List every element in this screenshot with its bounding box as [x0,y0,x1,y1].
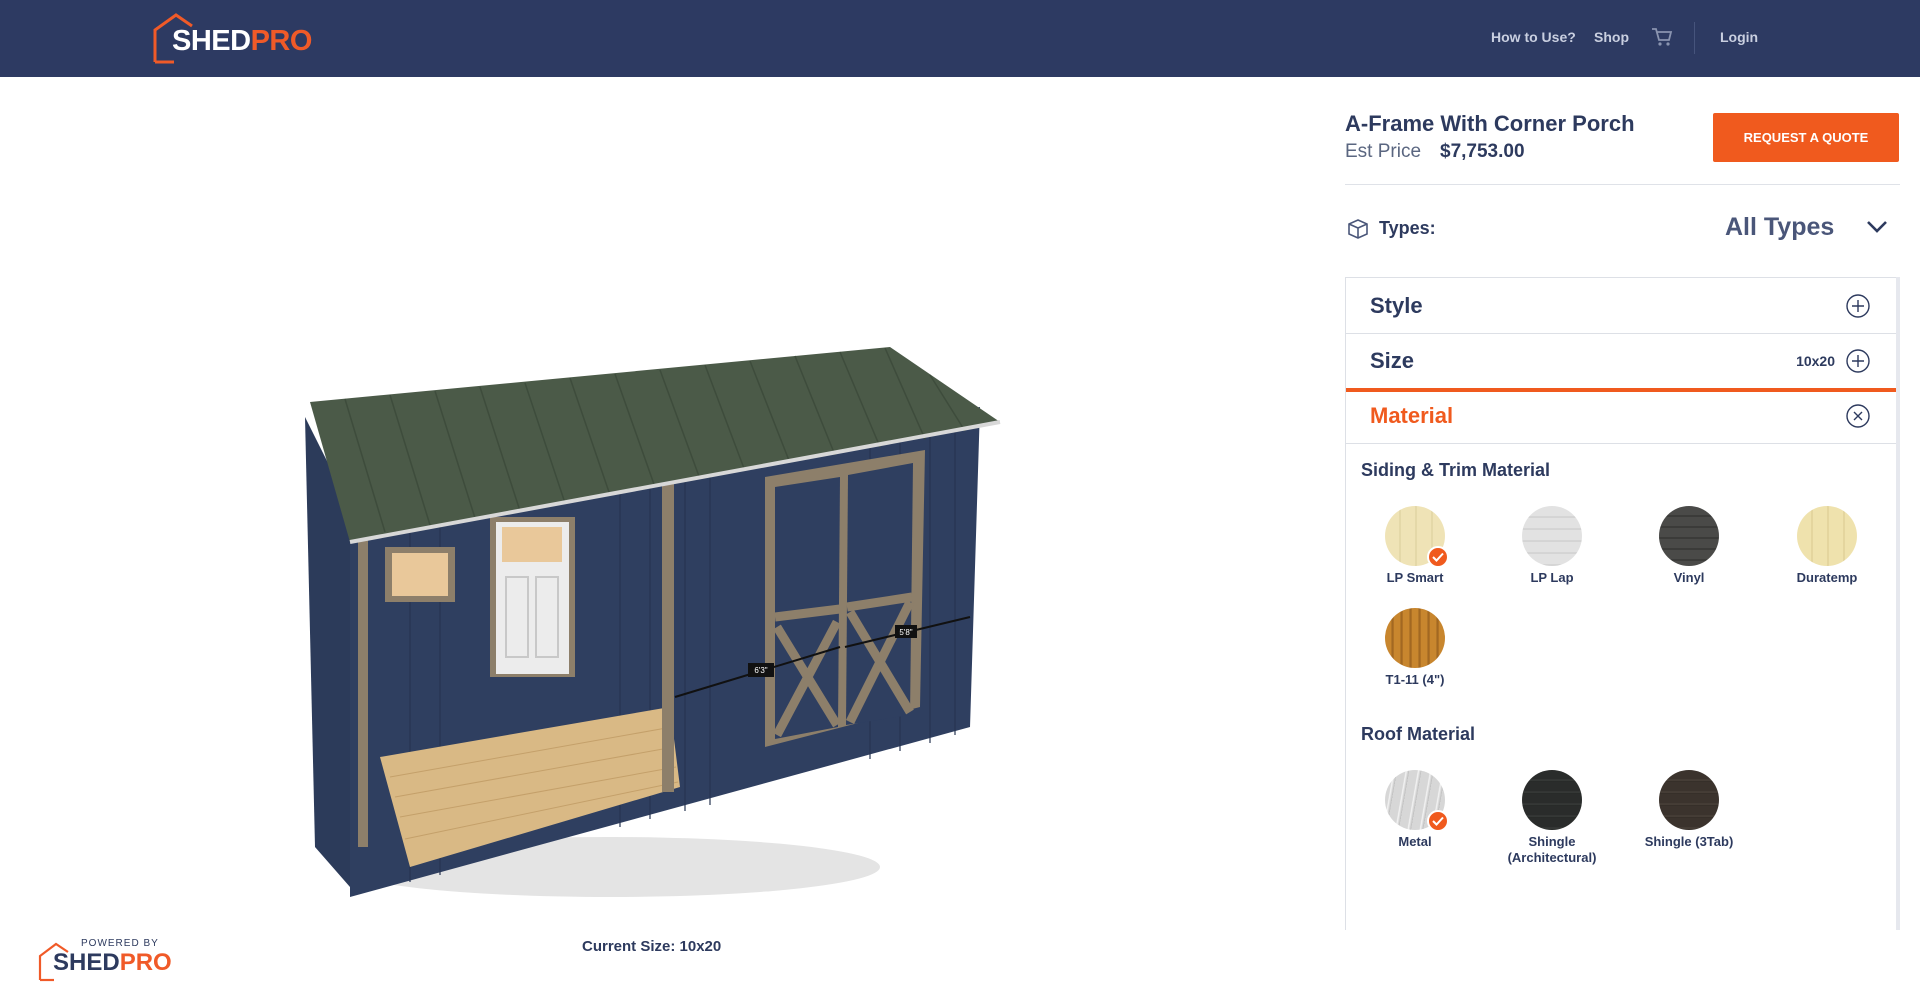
swatch-label: Metal [1398,834,1432,849]
swatch-duratemp[interactable]: Duratemp [1767,506,1887,586]
box-icon [1348,219,1368,239]
swatch-label: LP Smart [1386,570,1444,585]
panel-scrollbar[interactable] [1896,277,1900,930]
powered-by-wordmark: SHEDPRO [53,949,172,976]
swatch-metal[interactable]: Metal [1355,770,1475,850]
top-navigation-bar: SHEDPRO How to Use? Shop Login [0,0,1920,77]
accordion-size-header[interactable]: Size 10x20 [1346,333,1897,388]
accordion-divider [1346,443,1897,444]
door-window [502,527,562,562]
selected-check-icon [1427,810,1449,832]
logo-wordmark: SHEDPRO [172,25,312,57]
shedpro-logo[interactable]: SHEDPRO [152,12,332,64]
swatch-shingle-architectural[interactable]: Shingle (Architectural) [1492,770,1612,865]
swatch-t1-11[interactable]: T1-11 (4") [1355,608,1475,688]
powered-by-shedpro: POWERED BY SHEDPRO [38,938,178,982]
accordion-size-title: Size [1370,348,1415,373]
selected-check-icon [1427,546,1449,568]
configurator-panel: A-Frame With Corner Porch Est Price $7,7… [1345,77,1900,930]
nav-login-link[interactable]: Login [1720,29,1758,45]
cart-icon[interactable] [1651,27,1673,47]
swatch-label-line-2: (Architectural) [1507,850,1597,865]
powered-by-text: POWERED BY [81,938,159,949]
options-accordion: Style Size 10x20 Material Siding & Trim … [1345,277,1898,930]
shingle-architectural-texture [1522,770,1582,830]
swatch-label: LP Lap [1530,570,1574,585]
header-separator [1345,184,1900,185]
shed-3d-viewer[interactable]: 6'3" 5'8" Current Size: 10x20 POWERED BY… [0,77,1320,982]
shed-3d-model[interactable]: 6'3" 5'8" [290,327,1010,927]
accordion-material-header[interactable]: Material [1346,392,1897,447]
accordion-material-title: Material [1370,403,1454,428]
model-title: A-Frame With Corner Porch [1345,111,1635,136]
swatch-label: Vinyl [1673,570,1705,585]
shed-window [392,553,448,596]
swatch-vinyl[interactable]: Vinyl [1629,506,1749,586]
accordion-size-value: 10x20 [1796,353,1835,369]
swatch-label-line-1: Shingle [1528,834,1576,849]
est-price-value: $7,753.00 [1440,141,1525,162]
swatch-label: Shingle (Architectural) [1492,834,1612,866]
porch-post [662,472,674,792]
expand-plus-icon[interactable] [1845,293,1871,319]
lp-lap-texture [1522,506,1582,566]
collapse-close-icon[interactable] [1845,403,1871,429]
porch-corner-post [358,507,368,847]
vinyl-texture [1659,506,1719,566]
accordion-style-title: Style [1370,293,1423,318]
duratemp-texture [1797,506,1857,566]
nav-how-to-use-link[interactable]: How to Use? [1491,29,1576,45]
swatch-label: Shingle (3Tab) [1644,834,1734,849]
siding-trim-title: Siding & Trim Material [1361,460,1551,480]
swatch-label: Duratemp [1796,570,1858,585]
types-label: Types: [1379,218,1436,238]
swatch-label: T1-11 (4") [1385,672,1445,687]
chevron-down-icon[interactable] [1865,219,1889,235]
nav-shop-link[interactable]: Shop [1594,29,1629,45]
t1-11-texture [1385,608,1445,668]
current-size-label: Current Size: 10x20 [582,938,722,955]
swatch-shingle-3tab[interactable]: Shingle (3Tab) [1629,770,1749,850]
types-selected-value[interactable]: All Types [1725,213,1834,242]
roof-material-title: Roof Material [1361,724,1476,744]
types-dropdown[interactable]: Types: All Types [1345,207,1900,247]
request-quote-button[interactable]: REQUEST A QUOTE [1713,113,1899,162]
expand-plus-icon[interactable] [1845,348,1871,374]
shingle-3tab-texture [1659,770,1719,830]
est-price-label: Est Price [1345,141,1422,162]
dimension-label-left: 6'3" [754,666,767,675]
nav-divider [1694,22,1695,54]
swatch-lp-lap[interactable]: LP Lap [1492,506,1612,586]
dimension-label-right: 5'8" [899,628,912,637]
swatch-lp-smart[interactable]: LP Smart [1355,506,1475,586]
accordion-style-header[interactable]: Style [1346,278,1897,333]
